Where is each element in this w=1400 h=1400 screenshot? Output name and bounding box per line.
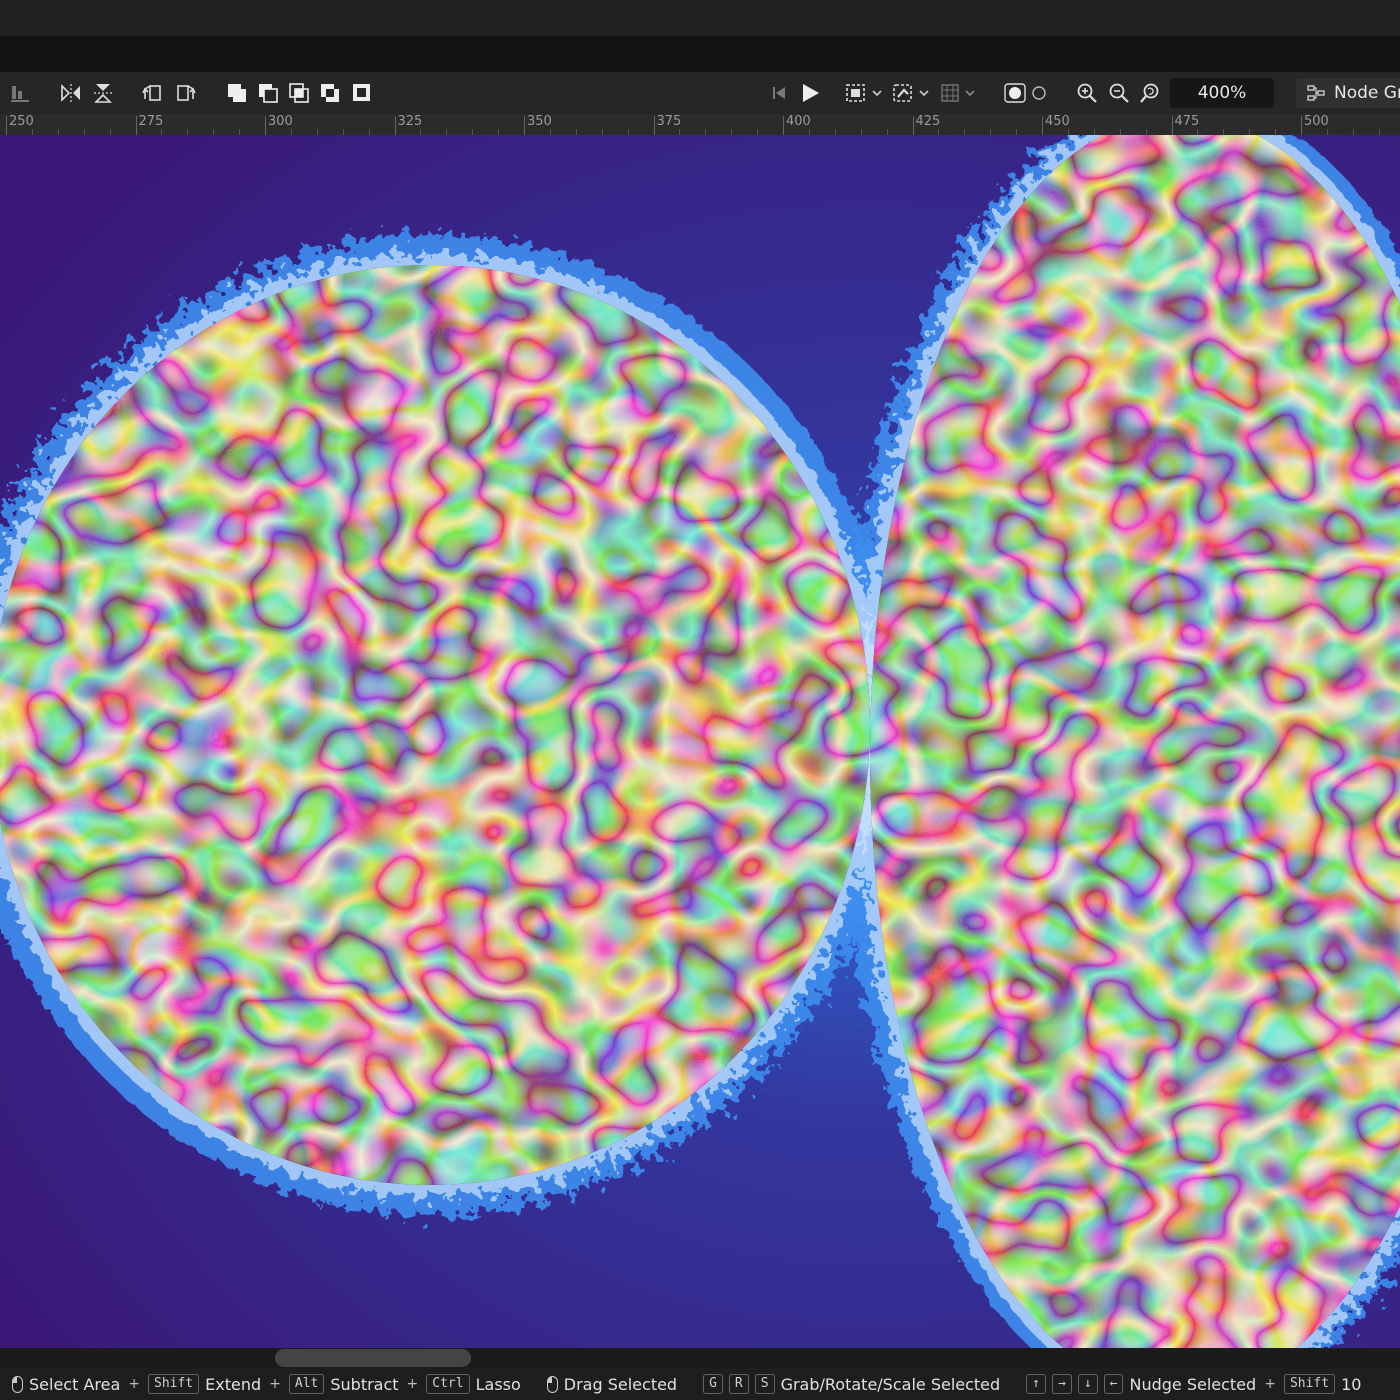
hint-drag-selected: Drag Selected: [563, 1374, 678, 1394]
ruler-major-tick: [1171, 116, 1173, 135]
plus-icon: +: [406, 1376, 419, 1392]
rotate-right-icon[interactable]: [172, 80, 198, 106]
hint-subtract: Subtract: [330, 1374, 399, 1394]
ruler-major-tick: [783, 116, 784, 135]
arrow-down-icon: ↓: [1077, 1374, 1098, 1394]
ruler-major-tick: [912, 116, 914, 135]
zoom-out-icon[interactable]: [1106, 80, 1132, 106]
key-ctrl: Ctrl: [426, 1374, 470, 1394]
key-s: S: [754, 1374, 775, 1394]
ruler-label: 375: [656, 114, 682, 129]
ruler-label: 500: [1304, 114, 1329, 129]
hint-grab-rotate-scale: Grab/Rotate/Scale Selected: [780, 1374, 1001, 1394]
ruler-label: 250: [9, 114, 34, 129]
ruler-major-tick: [394, 116, 396, 135]
ruler-major-tick: [1301, 116, 1302, 135]
arrow-up-icon: ↑: [1026, 1374, 1046, 1394]
boolean-intersect-icon[interactable]: [286, 80, 312, 106]
ruler-label: 425: [915, 114, 941, 129]
horizontal-scrollbar[interactable]: [0, 1348, 1400, 1368]
flip-horizontal-icon[interactable]: [58, 80, 84, 106]
plus-icon: +: [128, 1376, 140, 1392]
align-bottom-icon[interactable]: [8, 80, 32, 106]
grid-dropdown[interactable]: [938, 80, 980, 106]
ruler-major-tick: [524, 116, 525, 135]
menu-bar: [0, 36, 1400, 72]
ruler-label: 475: [1174, 114, 1200, 129]
hint-select-area: Select Area: [29, 1374, 121, 1394]
mouse-drag-icon: [546, 1375, 558, 1393]
play-icon[interactable]: [797, 80, 823, 106]
skip-back-icon[interactable]: [768, 80, 790, 106]
key-shift: Shift: [148, 1374, 200, 1394]
view-mode-dropdown[interactable]: [843, 80, 885, 106]
boolean-union-icon[interactable]: [224, 80, 250, 106]
ruler-label: 450: [1045, 114, 1070, 129]
node-graph-label: Node Gr: [1334, 83, 1400, 103]
document-canvas[interactable]: [0, 135, 1400, 1348]
plus-icon: +: [269, 1376, 281, 1392]
key-shift-2: Shift: [1283, 1374, 1336, 1394]
node-graph-icon: [1307, 85, 1325, 101]
fractal-artwork: [0, 135, 1400, 1348]
arrow-left-icon: ←: [1103, 1374, 1124, 1394]
scrollbar-thumb[interactable]: [275, 1349, 471, 1367]
zoom-level-value: 400%: [1197, 83, 1247, 103]
boolean-subtract-icon[interactable]: [255, 80, 281, 106]
node-graph-button[interactable]: Node Gr: [1296, 78, 1400, 108]
ruler-major-tick: [6, 116, 7, 135]
mouse-left-icon: [12, 1375, 23, 1393]
boolean-divide-icon[interactable]: [349, 80, 375, 106]
hint-lasso: Lasso: [475, 1374, 521, 1394]
zoom-reset-icon[interactable]: [1138, 80, 1164, 106]
overlays-toggle-icon[interactable]: [1002, 80, 1050, 106]
zoom-level-field[interactable]: 400%: [1170, 78, 1274, 108]
flip-vertical-icon[interactable]: [90, 80, 116, 106]
status-bar: Select Area + Shift Extend + Alt Subtrac…: [0, 1368, 1400, 1400]
snapping-dropdown[interactable]: [890, 80, 932, 106]
ruler-major-tick: [265, 116, 266, 135]
hint-extend: Extend: [205, 1374, 262, 1394]
hint-nudge-selected: Nudge Selected: [1129, 1374, 1257, 1394]
boolean-difference-icon[interactable]: [317, 80, 343, 106]
rotate-left-icon[interactable]: [140, 80, 166, 106]
ruler-major-tick: [1042, 116, 1043, 135]
ruler-major-tick: [653, 116, 655, 135]
ruler-label: 325: [397, 114, 423, 129]
arrow-right-icon: →: [1052, 1374, 1072, 1394]
key-g: G: [703, 1374, 723, 1394]
key-alt: Alt: [288, 1374, 325, 1394]
zoom-in-icon[interactable]: [1074, 80, 1100, 106]
key-r: R: [728, 1374, 749, 1394]
ruler-label: 350: [527, 114, 552, 129]
hint-trailing: 10: [1341, 1374, 1362, 1394]
ruler-label: 400: [786, 114, 811, 129]
ruler-major-tick: [135, 116, 137, 135]
title-bar: [0, 0, 1400, 36]
ruler-label: 300: [268, 114, 293, 129]
plus-icon: +: [1264, 1376, 1276, 1392]
ruler-label: 275: [138, 114, 164, 129]
horizontal-ruler[interactable]: 250 275 300 325 350 375 400 425 450 475 500: [0, 114, 1400, 135]
